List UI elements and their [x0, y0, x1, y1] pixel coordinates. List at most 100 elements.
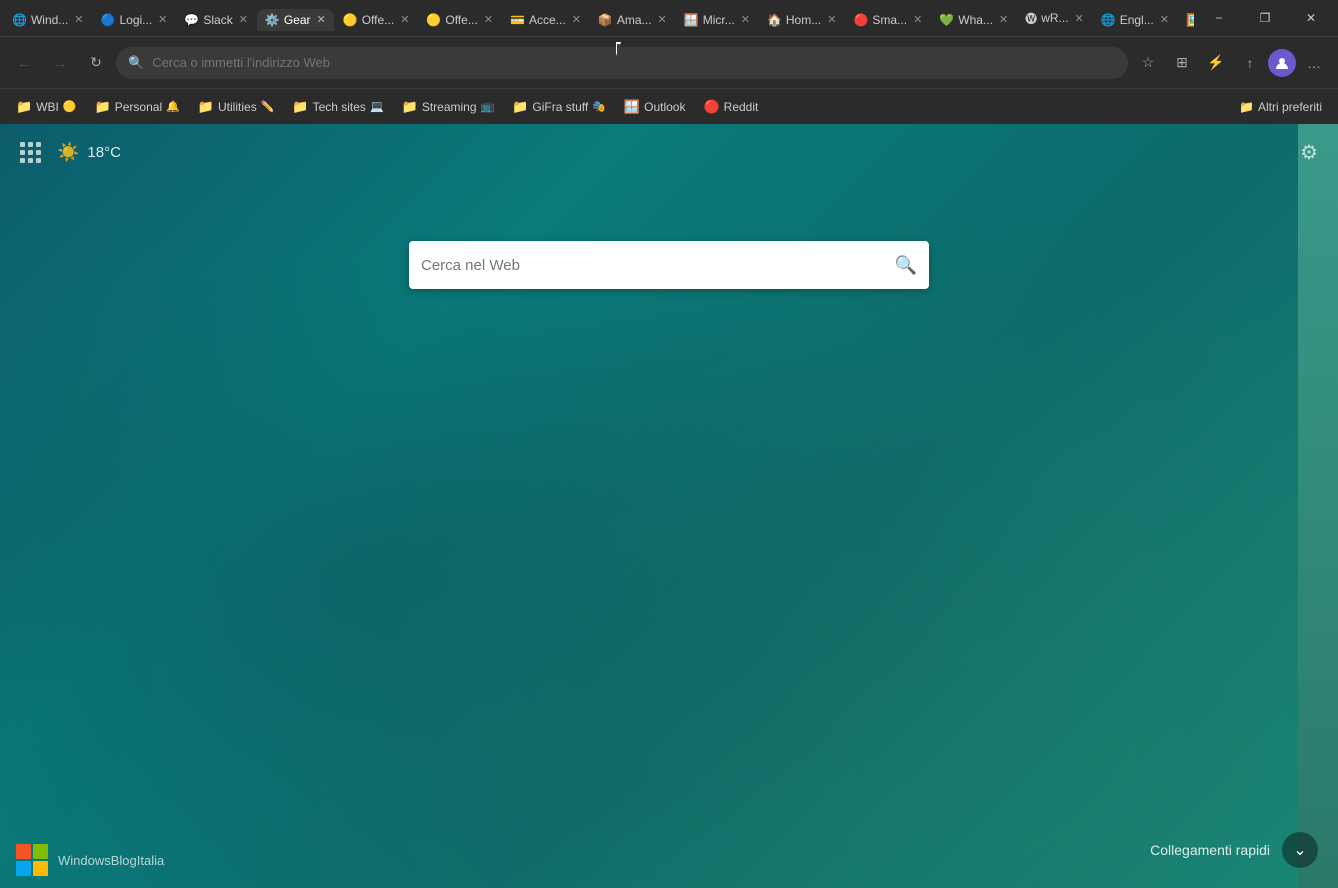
tab-tab8[interactable]: 📦Ama...✕ [590, 9, 675, 31]
tab-tab2[interactable]: 🔵Logi...✕ [93, 9, 176, 31]
bookmark-label-bm2: Personal [115, 100, 162, 114]
tab-close-tab5[interactable]: ✕ [400, 13, 409, 26]
bookmark-bm6[interactable]: 📁 GiFra stuff 🎭 [504, 95, 614, 119]
weather-widget[interactable]: ☀️ 18°C [57, 142, 121, 163]
profile-button[interactable] [1268, 49, 1296, 77]
newtab-topbar: ☀️ 18°C ⚙ [0, 124, 1338, 181]
tab-favicon-tab15: 🖼️ [1186, 13, 1194, 27]
folder-icon: 📁 [1239, 100, 1254, 114]
restore-button[interactable]: ❐ [1242, 0, 1288, 36]
tab-tab6[interactable]: 🟡Offe...✕ [418, 9, 501, 31]
tab-tab1[interactable]: 🌐Wind...✕ [4, 9, 92, 31]
grid-menu-icon[interactable] [20, 142, 41, 163]
extensions-button[interactable]: ⚡ [1200, 47, 1232, 79]
address-bar[interactable]: 🔍 [116, 47, 1128, 79]
tab-close-tab12[interactable]: ✕ [999, 13, 1008, 26]
tab-favicon-tab1: 🌐 [12, 13, 27, 27]
bookmark-bm8[interactable]: 🔴 Reddit [695, 95, 766, 119]
bookmark-bm4[interactable]: 📁Tech sites💻 [284, 95, 391, 119]
more-button[interactable]: … [1298, 47, 1330, 79]
tab-close-tab10[interactable]: ✕ [827, 13, 836, 26]
bookmark-bm1[interactable]: 📁WBI🟡 [8, 95, 85, 119]
new-tab-content: ☀️ 18°C ⚙ 🔍 Collegamenti rapidi ⌄ [0, 124, 1338, 888]
tab-tab5[interactable]: 🟡Offe...✕ [335, 9, 418, 31]
tab-close-tab11[interactable]: ✕ [913, 13, 922, 26]
toolbar-actions: ☆ ⊞ ⚡ ↑ … [1132, 47, 1330, 79]
tab-favicon-tab13: 🅦 [1025, 10, 1037, 27]
tab-tab9[interactable]: 🪟Micr...✕ [676, 9, 758, 31]
bookmark-bm7[interactable]: 🪟Outlook [616, 95, 694, 119]
tab-favicon-tab8: 📦 [598, 13, 613, 27]
tab-tab3[interactable]: 💬Slack✕ [176, 9, 256, 31]
bookmarks-right: 📁 Altri preferiti [1231, 96, 1330, 118]
tab-tab12[interactable]: 💚Wha...✕ [931, 9, 1016, 31]
bookmark-bm2[interactable]: 📁Personal🔔 [87, 95, 188, 119]
tab-tab13[interactable]: 🅦wR...✕ [1017, 6, 1092, 31]
tab-close-tab7[interactable]: ✕ [572, 13, 581, 26]
reload-button[interactable]: ↻ [80, 47, 112, 79]
bookmark-emoji-bm6: 🎭 [592, 100, 606, 113]
windows-logo-icon [16, 844, 48, 876]
tab-favicon-tab12: 💚 [939, 13, 954, 27]
temperature-text: 18°C [87, 144, 121, 161]
bookmark-icon-bm4: 📁 [292, 99, 308, 115]
tab-close-tab8[interactable]: ✕ [658, 13, 667, 26]
tab-tab7[interactable]: 💳Acce...✕ [502, 9, 589, 31]
bookmark-emoji-bm2: 🔔 [166, 100, 180, 113]
bookmark-label-bm5: Streaming [422, 100, 477, 114]
favorite-button[interactable]: ☆ [1132, 47, 1164, 79]
bookmark-label-bm1: WBI [36, 100, 59, 114]
tab-tab10[interactable]: 🏠Hom...✕ [759, 9, 845, 31]
bookmark-label-bm8: Reddit [724, 100, 759, 114]
browser-frame: 🌐Wind...✕🔵Logi...✕💬Slack✕⚙️Gear✕🟡Offe...… [0, 0, 1338, 888]
bookmark-icon-bm5: 📁 [402, 99, 418, 115]
tab-favicon-tab4: ⚙️ [265, 13, 280, 27]
tab-tab4[interactable]: ⚙️Gear✕ [257, 9, 334, 31]
tab-favicon-tab14: 🌐 [1101, 13, 1116, 27]
tab-close-tab14[interactable]: ✕ [1160, 13, 1169, 26]
search-button[interactable]: 🔍 [895, 255, 917, 276]
bookmark-icon-bm6: 📁 [512, 99, 528, 115]
tab-favicon-tab3: 💬 [184, 13, 199, 27]
weather-icon: ☀️ [57, 142, 79, 163]
back-button[interactable]: ← [8, 47, 40, 79]
bookmark-bm3[interactable]: 📁Utilities✏️ [190, 95, 283, 119]
tab-close-tab6[interactable]: ✕ [484, 13, 493, 26]
bookmark-emoji-bm4: 💻 [370, 100, 384, 113]
tab-favicon-tab10: 🏠 [767, 13, 782, 27]
bookmark-emoji-bm3: ✏️ [261, 100, 275, 113]
tab-tab15[interactable]: 🖼️Wall...✕ [1178, 9, 1194, 31]
tab-tab11[interactable]: 🔴Sma...✕ [845, 9, 930, 31]
bookmark-icon-bm3: 📁 [198, 99, 214, 115]
tab-favicon-tab11: 🔴 [853, 13, 868, 27]
minimize-button[interactable]: − [1196, 0, 1242, 36]
collections-button[interactable]: ⊞ [1166, 47, 1198, 79]
quick-links-toggle-button[interactable]: ⌄ [1282, 832, 1318, 868]
right-decor-decoration [1298, 124, 1338, 888]
more-bookmarks[interactable]: 📁 Altri preferiti [1231, 96, 1330, 118]
bookmarks-bar: 📁WBI🟡📁Personal🔔📁Utilities✏️📁Tech sites💻📁… [0, 88, 1338, 124]
tab-close-tab1[interactable]: ✕ [74, 13, 83, 26]
bookmark-label-bm6: GiFra stuff [532, 100, 588, 114]
bookmark-label-bm7: Outlook [644, 100, 685, 114]
toolbar: ← → ↻ 🔍 ☆ ⊞ ⚡ ↑ … [0, 36, 1338, 88]
tab-close-tab2[interactable]: ✕ [158, 13, 167, 26]
forward-button[interactable]: → [44, 47, 76, 79]
search-container: 🔍 [409, 241, 929, 289]
tab-close-tab13[interactable]: ✕ [1075, 12, 1084, 25]
share-button[interactable]: ↑ [1234, 47, 1266, 79]
more-bookmarks-label: Altri preferiti [1258, 100, 1322, 114]
bookmark-bm5[interactable]: 📁Streaming📺 [394, 95, 503, 119]
tab-close-tab9[interactable]: ✕ [741, 13, 750, 26]
tab-close-tab3[interactable]: ✕ [239, 13, 248, 26]
tab-close-tab4[interactable]: ✕ [317, 13, 326, 26]
search-bar[interactable]: 🔍 [409, 241, 929, 289]
tab-favicon-tab7: 💳 [510, 13, 525, 27]
settings-icon[interactable]: ⚙ [1300, 140, 1318, 165]
tab-favicon-tab2: 🔵 [101, 13, 116, 27]
bookmark-icon-bm8: 🔴 [703, 99, 719, 115]
address-input[interactable] [152, 55, 1116, 70]
close-button[interactable]: ✕ [1288, 0, 1334, 36]
search-input[interactable] [421, 257, 887, 274]
tab-tab14[interactable]: 🌐Engl...✕ [1093, 9, 1177, 31]
